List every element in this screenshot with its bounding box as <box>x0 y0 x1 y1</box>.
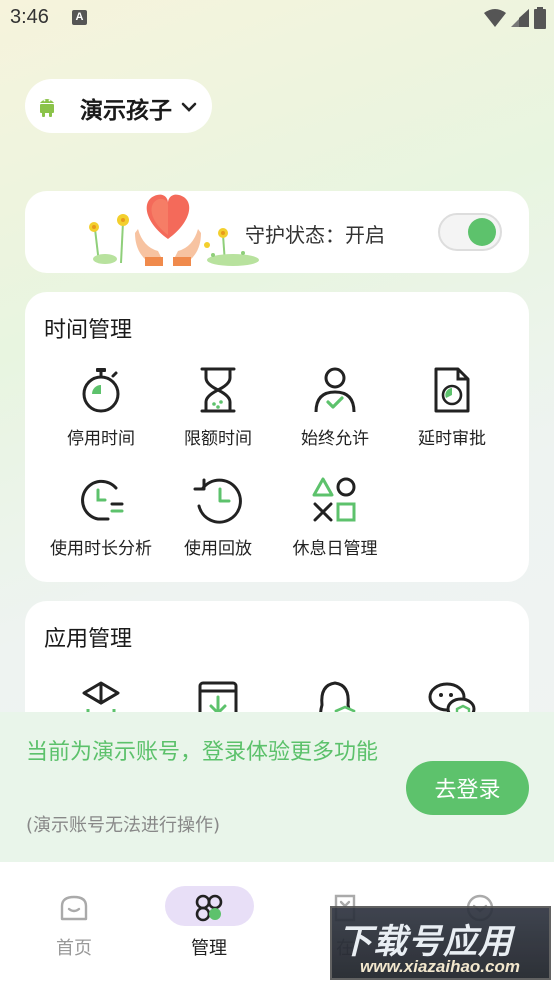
demo-account-banner: 当前为演示账号，登录体验更多功能 (演示账号无法进行操作) 去登录 <box>0 712 554 862</box>
time-item-always-allow[interactable]: 始终允许 <box>275 362 395 449</box>
chevron-down-icon <box>181 98 197 117</box>
site-watermark: 下载号应用 www.xiazaihao.com <box>330 906 551 980</box>
time-item-label: 限额时间 <box>184 429 252 449</box>
watermark-title: 下载号应用 <box>338 922 513 962</box>
nav-manage[interactable]: 管理 <box>149 886 269 960</box>
replay-icon <box>158 472 278 528</box>
watermark-url: www.xiazaihao.com <box>360 957 520 976</box>
time-management-title: 时间管理 <box>44 318 133 343</box>
hourglass-icon <box>158 362 278 418</box>
time-item-label: 延时审批 <box>418 429 486 449</box>
time-item-label: 始终允许 <box>301 429 369 449</box>
time-item-rest-day[interactable]: 休息日管理 <box>275 472 395 559</box>
user-check-icon <box>275 362 395 418</box>
status-bar: 3:46 A <box>0 0 554 38</box>
child-name: 演示孩子 <box>80 98 172 124</box>
time-management-card: 时间管理 停用时间 限额时间 始终允许 延时审批 使用时长分析 使用回放 休息日… <box>25 292 529 582</box>
nav-label: 首页 <box>56 938 92 959</box>
battery-icon <box>534 7 546 29</box>
guard-toggle[interactable] <box>438 213 502 251</box>
time-item-label: 使用时长分析 <box>50 539 152 559</box>
guard-status-text: 守护状态：开启 <box>245 223 385 247</box>
time-item-downtime[interactable]: 停用时间 <box>41 362 161 449</box>
stopwatch-icon <box>41 362 161 418</box>
demo-note: (演示账号无法进行操作) <box>26 815 221 836</box>
app-management-title: 应用管理 <box>44 627 133 652</box>
time-item-usage-analysis[interactable]: 使用时长分析 <box>41 472 161 559</box>
signal-icon <box>511 9 529 27</box>
manage-icon <box>149 886 269 930</box>
status-time: 3:46 <box>10 6 49 28</box>
toggle-knob <box>468 218 496 246</box>
time-item-limit[interactable]: 限额时间 <box>158 362 278 449</box>
usage-analysis-icon <box>41 472 161 528</box>
home-icon <box>14 886 134 930</box>
heart-hands-illustration <box>83 189 263 275</box>
time-item-delay-approval[interactable]: 延时审批 <box>392 362 512 449</box>
nav-home[interactable]: 首页 <box>14 886 134 960</box>
time-item-label: 停用时间 <box>67 429 135 449</box>
time-item-label: 使用回放 <box>184 539 252 559</box>
nav-label: 管理 <box>191 938 227 959</box>
demo-message: 当前为演示账号，登录体验更多功能 <box>26 740 379 765</box>
guard-status-card: 守护状态：开启 <box>25 191 529 273</box>
shapes-icon <box>275 472 395 528</box>
time-item-label: 休息日管理 <box>292 539 378 559</box>
document-clock-icon <box>392 362 512 418</box>
login-button[interactable]: 去登录 <box>406 761 529 815</box>
wifi-icon <box>484 9 506 27</box>
time-item-replay[interactable]: 使用回放 <box>158 472 278 559</box>
child-selector[interactable]: 演示孩子 <box>25 79 212 133</box>
android-icon <box>38 95 56 121</box>
notification-icon: A <box>72 10 87 25</box>
